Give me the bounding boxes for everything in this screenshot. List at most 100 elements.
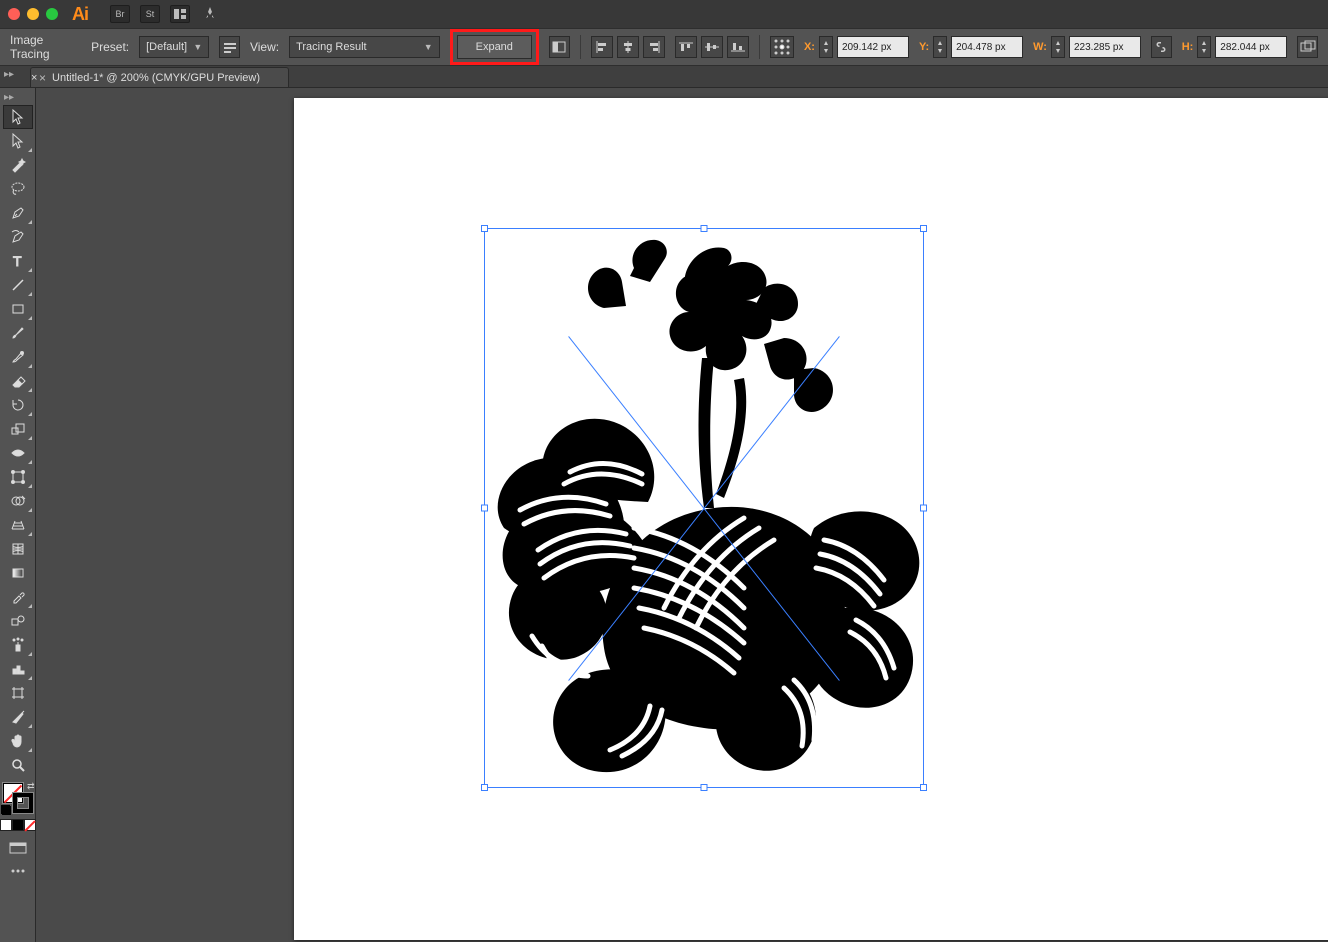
document-tab-title: Untitled-1* @ 200% (CMYK/GPU Preview) <box>52 72 260 84</box>
document-tab[interactable]: × Untitled-1* @ 200% (CMYK/GPU Preview) <box>30 67 289 87</box>
color-mode-gradient[interactable] <box>12 819 24 831</box>
transform-w-label: W: <box>1033 41 1047 53</box>
perspective-grid-tool[interactable] <box>3 513 33 537</box>
align-horizontal-group <box>591 36 665 58</box>
zoom-tool[interactable] <box>3 753 33 777</box>
window-maximize-button[interactable] <box>46 8 58 20</box>
view-dropdown[interactable]: Tracing Result ▼ <box>289 36 440 58</box>
transform-x-input[interactable]: 209.142 px <box>837 36 909 58</box>
separator <box>580 35 581 59</box>
fill-stroke-indicator[interactable]: ⇄ <box>3 783 33 813</box>
align-vcenter-icon[interactable] <box>701 36 723 58</box>
tracing-panel-icon[interactable] <box>549 36 570 58</box>
canvas-area[interactable] <box>36 88 1328 942</box>
selection-tool[interactable] <box>3 105 33 129</box>
w-nudge[interactable] <box>1051 36 1065 58</box>
rectangle-tool[interactable] <box>3 297 33 321</box>
eraser-tool[interactable] <box>3 369 33 393</box>
selection-bounding-box[interactable] <box>484 228 924 788</box>
separator <box>759 35 760 59</box>
transform-w-value: 223.285 px <box>1074 42 1124 53</box>
window-close-button[interactable] <box>8 8 20 20</box>
h-nudge[interactable] <box>1197 36 1211 58</box>
pen-tool[interactable] <box>3 201 33 225</box>
rotate-tool[interactable] <box>3 393 33 417</box>
selection-handle[interactable] <box>481 225 488 232</box>
align-hcenter-icon[interactable] <box>617 36 639 58</box>
artboard-tool[interactable] <box>3 681 33 705</box>
highlight-annotation: Expand <box>450 29 539 65</box>
control-bar: Image Tracing Preset: [Default] ▼ View: … <box>0 28 1328 66</box>
transform-y-value: 204.478 px <box>956 42 1006 53</box>
app-logo: Ai <box>72 4 88 25</box>
document-tab-bar: ▸▸ × Untitled-1* @ 200% (CMYK/GPU Previe… <box>0 66 1328 88</box>
align-vertical-group <box>675 36 749 58</box>
align-right-icon[interactable] <box>643 36 665 58</box>
mesh-tool[interactable] <box>3 537 33 561</box>
gpu-rocket-icon[interactable] <box>200 5 220 23</box>
macos-titlebar: Ai Br St <box>0 0 1328 28</box>
hand-tool[interactable] <box>3 729 33 753</box>
default-fill-stroke-icon[interactable] <box>1 805 11 815</box>
transform-panel-icon[interactable] <box>1297 36 1318 58</box>
transform-y-label: Y: <box>919 41 929 53</box>
lasso-tool[interactable] <box>3 177 33 201</box>
transform-w-input[interactable]: 223.285 px <box>1069 36 1141 58</box>
gradient-tool[interactable] <box>3 561 33 585</box>
preset-dropdown[interactable]: [Default] ▼ <box>139 36 209 58</box>
blend-tool[interactable] <box>3 609 33 633</box>
line-segment-tool[interactable] <box>3 273 33 297</box>
window-minimize-button[interactable] <box>27 8 39 20</box>
transform-h-value: 282.044 px <box>1220 42 1270 53</box>
scale-tool[interactable] <box>3 417 33 441</box>
screen-mode-icon[interactable] <box>6 839 30 859</box>
direct-selection-tool[interactable] <box>3 129 33 153</box>
selection-handle[interactable] <box>701 225 708 232</box>
paintbrush-tool[interactable] <box>3 321 33 345</box>
selection-handle[interactable] <box>920 225 927 232</box>
column-graph-tool[interactable] <box>3 657 33 681</box>
transform-h-input[interactable]: 282.044 px <box>1215 36 1287 58</box>
selection-handle[interactable] <box>481 784 488 791</box>
stock-icon[interactable]: St <box>140 5 160 23</box>
close-tab-icon[interactable]: × <box>39 71 46 85</box>
color-mode-solid[interactable] <box>0 819 12 831</box>
view-value: Tracing Result <box>296 41 367 53</box>
align-left-icon[interactable] <box>591 36 613 58</box>
transform-x-value: 209.142 px <box>842 42 892 53</box>
edit-toolbar-icon[interactable] <box>6 861 30 881</box>
x-nudge[interactable] <box>819 36 833 58</box>
arrange-documents-icon[interactable] <box>170 5 190 23</box>
constrain-proportions-icon[interactable] <box>1151 36 1172 58</box>
reference-point-icon[interactable] <box>770 36 794 58</box>
swap-fill-stroke-icon[interactable]: ⇄ <box>27 781 35 792</box>
align-bottom-icon[interactable] <box>727 36 749 58</box>
slice-tool[interactable] <box>3 705 33 729</box>
toolbox-toggle-icon[interactable]: ▸▸ <box>4 92 14 103</box>
selection-handle[interactable] <box>481 505 488 512</box>
y-nudge[interactable] <box>933 36 947 58</box>
type-tool[interactable]: T <box>3 249 33 273</box>
transform-y-input[interactable]: 204.478 px <box>951 36 1023 58</box>
artboard <box>294 98 1328 940</box>
bridge-icon[interactable]: Br <box>110 5 130 23</box>
eyedropper-tool[interactable] <box>3 585 33 609</box>
align-top-icon[interactable] <box>675 36 697 58</box>
shaper-tool[interactable] <box>3 345 33 369</box>
magic-wand-tool[interactable] <box>3 153 33 177</box>
width-tool[interactable] <box>3 441 33 465</box>
tabbar-toggle-icon[interactable]: ▸▸ <box>4 69 14 80</box>
symbol-sprayer-tool[interactable] <box>3 633 33 657</box>
selection-handle[interactable] <box>701 784 708 791</box>
curvature-tool[interactable] <box>3 225 33 249</box>
selection-handle[interactable] <box>920 784 927 791</box>
stroke-swatch[interactable] <box>13 793 33 813</box>
svg-text:T: T <box>13 253 22 269</box>
shape-builder-tool[interactable] <box>3 489 33 513</box>
free-transform-tool[interactable] <box>3 465 33 489</box>
selection-handle[interactable] <box>920 505 927 512</box>
expand-button[interactable]: Expand <box>457 35 532 59</box>
color-mode-none[interactable] <box>24 819 36 831</box>
preset-options-icon[interactable] <box>219 36 240 58</box>
preset-label: Preset: <box>91 40 129 54</box>
